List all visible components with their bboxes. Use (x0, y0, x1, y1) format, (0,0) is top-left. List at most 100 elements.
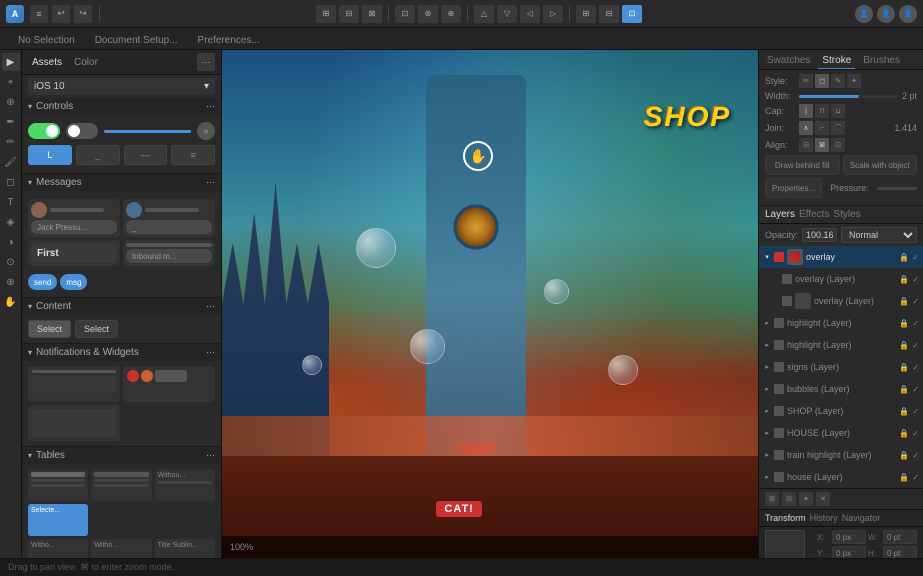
tool-zoom[interactable]: ⊕ (2, 273, 20, 291)
layer-item-overlay-group[interactable]: ▾ overlay 🔒 ✓ (759, 246, 923, 268)
cap-icon-1[interactable]: | (799, 104, 813, 118)
join-icon-3[interactable]: ⌒ (831, 121, 845, 135)
style-btn-4[interactable]: ≡ (171, 145, 215, 165)
tool-fill[interactable]: ◈ (2, 213, 20, 231)
layer-item-overlay-1[interactable]: overlay (Layer) 🔒 ✓ (759, 268, 923, 290)
tool-pen[interactable]: ✒ (2, 113, 20, 131)
tab-assets[interactable]: Assets (28, 56, 66, 69)
tool-shape[interactable]: ◻ (2, 173, 20, 191)
tab-color[interactable]: Color (70, 56, 102, 69)
layer-item-signs[interactable]: ▸ signs (Layer) 🔒 ✓ (759, 356, 923, 378)
tool-dist-2[interactable]: ⊛ (418, 5, 438, 23)
x-value[interactable]: 0 px (832, 530, 866, 544)
tool-gradient[interactable]: ◑ (2, 233, 20, 251)
tab-brushes[interactable]: Brushes (859, 53, 904, 69)
layer-item-train-highlight[interactable]: ▸ train highlight (Layer) 🔒 ✓ (759, 444, 923, 466)
blend-mode-select[interactable]: Normal (841, 227, 917, 243)
style-icon-1[interactable]: ✏ (799, 74, 813, 88)
layer-item-bubbles[interactable]: ▸ bubbles (Layer) 🔒 ✓ (759, 378, 923, 400)
tool-view-3[interactable]: ⊡ (622, 5, 642, 23)
tab-styles[interactable]: Styles (833, 209, 860, 220)
tool-align-2[interactable]: ⊟ (339, 5, 359, 23)
tool-snap-3[interactable]: ◁ (520, 5, 540, 23)
menu-icon[interactable]: ≡ (30, 5, 48, 23)
undo-icon[interactable]: ↩ (52, 5, 70, 23)
tool-snap-1[interactable]: △ (474, 5, 494, 23)
style-btn-3[interactable]: — (124, 145, 168, 165)
panel-menu-icon[interactable]: ⋯ (197, 53, 215, 71)
layer-item-highlight-2[interactable]: ▸ highlight (Layer) 🔒 ✓ (759, 334, 923, 356)
draw-behind-fill-btn[interactable]: Draw behind fill (765, 155, 840, 175)
style-icon-4[interactable]: ✦ (847, 74, 861, 88)
tool-dist-3[interactable]: ⊕ (441, 5, 461, 23)
toggle-1[interactable] (28, 123, 60, 139)
messages-menu[interactable]: ⋯ (206, 177, 215, 188)
pill-btn-1[interactable]: ○ (197, 122, 215, 140)
layer-delete-icon[interactable]: ✕ (816, 492, 830, 506)
align-icon-3[interactable]: ⊡ (831, 138, 845, 152)
tool-align-1[interactable]: ⊞ (316, 5, 336, 23)
scale-with-object-btn[interactable]: Scale with object (843, 155, 918, 175)
content-btn-select-1[interactable]: Select (28, 320, 71, 338)
controls-menu[interactable]: ⋯ (206, 101, 215, 112)
tool-text[interactable]: T (2, 193, 20, 211)
controls-header[interactable]: ▾ Controls ⋯ (22, 98, 221, 115)
stroke-width-slider[interactable] (799, 95, 898, 98)
toggle-2[interactable] (66, 123, 98, 139)
tool-view-2[interactable]: ⊟ (599, 5, 619, 23)
tab-effects[interactable]: Effects (799, 209, 829, 220)
messages-header[interactable]: ▾ Messages ⋯ (22, 174, 221, 191)
redo-icon[interactable]: ↪ (74, 5, 92, 23)
tab-no-selection[interactable]: No Selection (8, 31, 85, 49)
opacity-input[interactable] (802, 228, 837, 242)
avatar-1[interactable]: 👤 (855, 5, 873, 23)
properties-btn[interactable]: Properties... (765, 178, 822, 198)
cap-icon-2[interactable]: ⊓ (815, 104, 829, 118)
tab-navigator[interactable]: Navigator (842, 513, 881, 523)
cap-icon-3[interactable]: ⊔ (831, 104, 845, 118)
tab-document-setup[interactable]: Document Setup... (85, 31, 188, 49)
h-value[interactable]: 0 pt (883, 546, 917, 558)
canvas-area[interactable]: SHOP CAT! ✋ 100% (222, 50, 758, 558)
layer-item-house-lower[interactable]: ▸ house (Layer) 🔒 ✓ (759, 466, 923, 488)
content-header[interactable]: ▾ Content ⋯ (22, 298, 221, 315)
tab-layers[interactable]: Layers (765, 209, 795, 220)
tool-dist-1[interactable]: ⊡ (395, 5, 415, 23)
tool-align-3[interactable]: ⊠ (362, 5, 382, 23)
align-icon-1[interactable]: ⊟ (799, 138, 813, 152)
join-icon-2[interactable]: ⌐ (815, 121, 829, 135)
layer-group-icon[interactable]: ⊟ (782, 492, 796, 506)
tables-header[interactable]: ▾ Tables ⋯ (22, 447, 221, 464)
tool-snap-4[interactable]: ▷ (543, 5, 563, 23)
notifications-header[interactable]: ▾ Notifications & Widgets ⋯ (22, 344, 221, 361)
tool-crop[interactable]: ⊕ (2, 93, 20, 111)
style-btn-1[interactable]: L (28, 145, 72, 165)
w-value[interactable]: 0 pt (883, 530, 917, 544)
ios-selector[interactable]: iOS 10 ▾ (28, 78, 215, 95)
align-icon-2[interactable]: ⊠ (815, 138, 829, 152)
tab-preferences[interactable]: Preferences... (188, 31, 270, 49)
y-value[interactable]: 0 px (832, 546, 866, 558)
tables-menu[interactable]: ⋯ (206, 450, 215, 461)
layer-item-house[interactable]: ▸ HOUSE (Layer) 🔒 ✓ (759, 422, 923, 444)
pressure-slider[interactable] (877, 187, 917, 190)
layer-fx-icon[interactable]: ✦ (799, 492, 813, 506)
style-btn-2[interactable]: _ (76, 145, 120, 165)
layer-item-overlay-2[interactable]: overlay (Layer) 🔒 ✓ (759, 290, 923, 312)
tool-pointer[interactable]: ▶ (2, 53, 20, 71)
avatar-3[interactable]: 👤 (899, 5, 917, 23)
tab-swatches[interactable]: Swatches (763, 53, 814, 69)
tool-pencil[interactable]: ✏ (2, 133, 20, 151)
tab-transform[interactable]: Transform (765, 513, 806, 523)
content-btn-select-2[interactable]: Select (75, 320, 118, 338)
tool-eyedropper[interactable]: ⊙ (2, 253, 20, 271)
tool-hand[interactable]: ✋ (2, 293, 20, 311)
tab-stroke[interactable]: Stroke (818, 53, 855, 69)
tool-snap-2[interactable]: ▽ (497, 5, 517, 23)
layer-item-highlight-1[interactable]: ▸ highlight (Layer) 🔒 ✓ (759, 312, 923, 334)
content-menu[interactable]: ⋯ (206, 301, 215, 312)
notif-menu[interactable]: ⋯ (206, 347, 215, 358)
tool-brush[interactable]: 🖌 (2, 153, 20, 171)
tool-view-1[interactable]: ⊞ (576, 5, 596, 23)
style-icon-2[interactable]: ◻ (815, 74, 829, 88)
